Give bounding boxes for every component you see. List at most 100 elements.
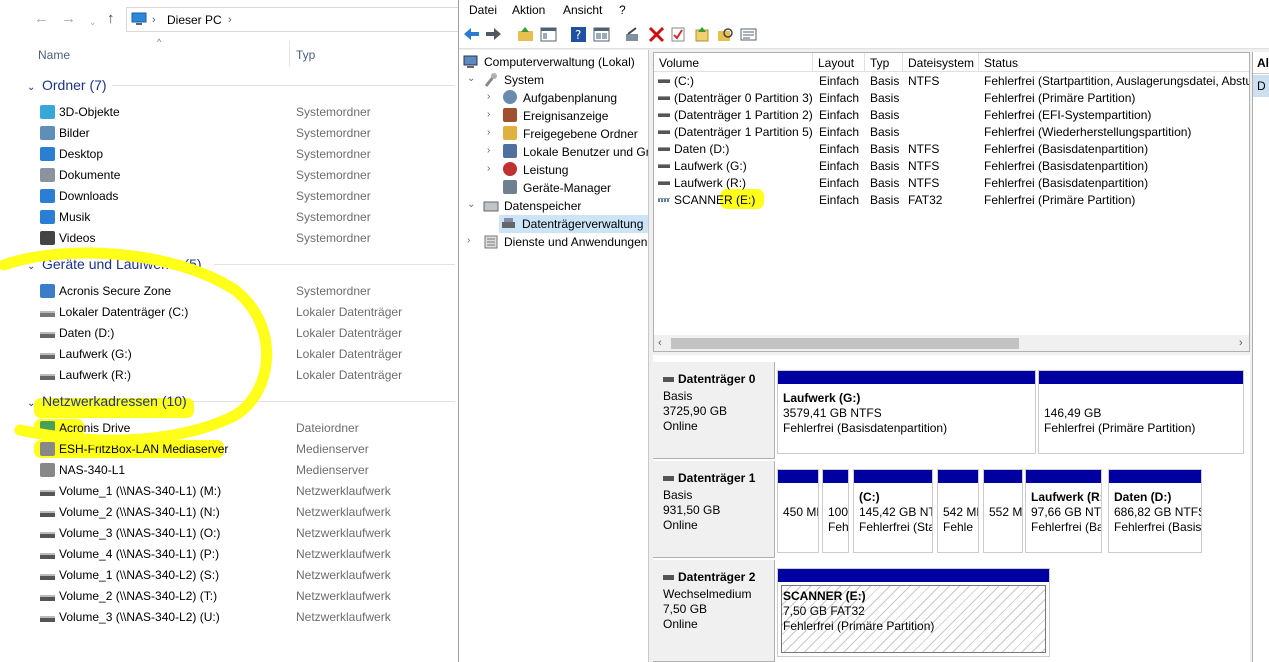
partition[interactable]: Laufwerk (R:)97,66 GB NTFSFehlerfrei (Ba… bbox=[1025, 469, 1102, 553]
menu-datei[interactable]: Datei bbox=[469, 3, 497, 17]
scroll-left-icon[interactable]: ‹ bbox=[658, 337, 662, 349]
list-item[interactable]: Desktop Systemordner bbox=[38, 144, 458, 165]
partition[interactable]: Daten (D:) 686,82 GB NTFS Fehlerfrei (Basi… bbox=[1108, 469, 1202, 553]
back-icon[interactable]: ← bbox=[34, 11, 49, 27]
connect-icon[interactable] bbox=[624, 26, 641, 43]
scroll-right-icon[interactable]: › bbox=[1239, 337, 1243, 349]
volume-row[interactable]: SCANNER (E:) Einfach Basis FAT32 Fehlerfrei … bbox=[654, 192, 1249, 209]
up-icon[interactable]: ↑ bbox=[107, 11, 115, 27]
volume-row[interactable]: (C:) Einfach Basis NTFS Fehlerfrei (Startpar… bbox=[654, 73, 1249, 90]
expand-chevron-icon[interactable]: › bbox=[487, 145, 497, 156]
vol-col-layout[interactable]: Layout bbox=[813, 53, 865, 72]
group-label: Ordner (7) bbox=[42, 77, 107, 93]
tools-icon bbox=[484, 73, 497, 87]
search-folder-icon[interactable] bbox=[717, 26, 734, 43]
list-item[interactable]: Volume_3 (\\NAS-340-L2) (U:) Netzwerklauf… bbox=[38, 607, 458, 628]
item-type: Netzwerklaufwerk bbox=[296, 610, 391, 624]
help-icon[interactable]: ? bbox=[570, 26, 587, 43]
list-item[interactable]: Volume_2 (\\NAS-340-L2) (T:) Netzwerklauf… bbox=[38, 586, 458, 607]
volume-cell-type: Basis bbox=[870, 193, 900, 207]
expand-chevron-icon[interactable]: › bbox=[487, 163, 497, 174]
menu-aktion[interactable]: Aktion bbox=[512, 3, 545, 17]
vol-col-type[interactable]: Typ bbox=[865, 53, 903, 72]
show-hide-tree-icon[interactable] bbox=[540, 26, 557, 43]
up-folder-icon[interactable] bbox=[517, 26, 534, 43]
group-header[interactable]: ⌄ Ordner (7) bbox=[27, 75, 107, 95]
disk-label[interactable]: Datenträger 1 Basis 931,50 GB Online bbox=[653, 461, 775, 558]
list-item[interactable]: Dokumente Systemordner bbox=[38, 165, 458, 186]
export-icon[interactable] bbox=[694, 26, 711, 43]
network-drive-icon bbox=[40, 532, 55, 538]
item-type: Netzwerklaufwerk bbox=[296, 589, 391, 603]
forward-arrow-icon[interactable] bbox=[485, 26, 502, 43]
partition[interactable]: SCANNER (E:) 7,50 GB FAT32 Fehlerfrei (Pri… bbox=[777, 568, 1050, 657]
actions-header[interactable]: Al bbox=[1253, 52, 1269, 74]
details-icon[interactable] bbox=[740, 26, 757, 43]
expand-chevron-icon[interactable]: › bbox=[467, 235, 477, 246]
column-header-name[interactable]: Name bbox=[38, 48, 70, 62]
list-item[interactable]: Volume_1 (\\NAS-340-L1) (M:) Netzwerklauf… bbox=[38, 481, 458, 502]
list-item[interactable]: 3D-Objekte Systemordner bbox=[38, 102, 458, 123]
partition[interactable]: 542 MBFehle bbox=[937, 469, 979, 553]
disk-info: Basis bbox=[663, 389, 693, 403]
column-header-type[interactable]: Typ bbox=[296, 48, 315, 62]
forward-icon[interactable]: → bbox=[61, 11, 76, 27]
list-item[interactable]: Volume_3 (\\NAS-340-L1) (O:) Netzwerklauf… bbox=[38, 523, 458, 544]
list-item[interactable]: Musik Systemordner bbox=[38, 207, 458, 228]
computer-management-window: Datei Aktion Ansicht ? ? Computerverwalt… bbox=[458, 0, 1269, 662]
vol-col-volume[interactable]: Volume bbox=[654, 53, 813, 72]
partition[interactable]: 100 Feh bbox=[822, 469, 849, 553]
list-item[interactable]: Volume_4 (\\NAS-340-L1) (P:) Netzwerklauf… bbox=[38, 544, 458, 565]
collapse-chevron-icon[interactable]: ⌄ bbox=[467, 199, 477, 210]
network-drive-icon bbox=[40, 574, 55, 580]
back-arrow-icon[interactable] bbox=[463, 26, 480, 43]
address-bar[interactable]: › Dieser PC › bbox=[126, 7, 466, 32]
list-item[interactable]: NAS-340-L1 Medienserver bbox=[38, 460, 458, 481]
disk-name: Datenträger 2 bbox=[663, 570, 755, 584]
vol-col-status[interactable]: Status bbox=[979, 53, 1249, 72]
delete-icon[interactable] bbox=[648, 26, 665, 43]
recent-locations-icon[interactable]: ⌄ bbox=[89, 14, 97, 30]
tree-disk-management[interactable]: Datenträgerverwaltung bbox=[499, 215, 648, 233]
volume-icon bbox=[658, 164, 670, 168]
horizontal-scrollbar[interactable]: ‹ › bbox=[654, 335, 1249, 351]
volume-cell-status: Fehlerfrei (Startpartition, Auslagerungs… bbox=[984, 74, 1249, 88]
list-item[interactable]: Bilder Systemordner bbox=[38, 123, 458, 144]
group-collapse-icon[interactable]: ⌄ bbox=[27, 78, 37, 98]
checklist-icon[interactable] bbox=[670, 26, 687, 43]
disk-label[interactable]: Datenträger 2 Wechselmedium 7,50 GB Online bbox=[653, 560, 775, 662]
volume-row[interactable]: (Datenträger 1 Partition 5) Einfach Basis F… bbox=[654, 124, 1249, 141]
volume-row[interactable]: (Datenträger 1 Partition 2) Einfach Basis F… bbox=[654, 107, 1249, 124]
partition[interactable]: Laufwerk (G:) 3579,41 GB NTFS Fehlerfrei (… bbox=[777, 370, 1036, 454]
expand-chevron-icon[interactable]: › bbox=[487, 109, 497, 120]
tree-disk-management-label: Datenträgerverwaltung bbox=[522, 217, 644, 231]
list-item[interactable]: Volume_1 (\\NAS-340-L2) (S:) Netzwerklauf… bbox=[38, 565, 458, 586]
vol-col-filesystem[interactable]: Dateisystem bbox=[903, 53, 979, 72]
volume-list: Volume Layout Typ Dateisystem Status (C:… bbox=[653, 52, 1250, 352]
item-type: Systemordner bbox=[296, 168, 371, 182]
list-item[interactable]: Volume_2 (\\NAS-340-L1) (N:) Netzwerklauf… bbox=[38, 502, 458, 523]
breadcrumb-separator[interactable]: › bbox=[228, 14, 232, 26]
partition[interactable]: (C:)145,42 GB NTFSFehlerfrei (Startparti… bbox=[853, 469, 933, 553]
actions-item[interactable]: D bbox=[1253, 75, 1269, 97]
expand-chevron-icon[interactable]: › bbox=[487, 91, 497, 102]
list-item[interactable]: Downloads Systemordner bbox=[38, 186, 458, 207]
collapse-chevron-icon[interactable]: ⌄ bbox=[467, 73, 477, 84]
column-divider[interactable] bbox=[289, 41, 290, 66]
partition[interactable]: 552 MB bbox=[983, 469, 1023, 553]
volume-row[interactable]: Laufwerk (R:) Einfach Basis NTFS Fehlerfrei … bbox=[654, 175, 1249, 192]
volume-cell-volume: Laufwerk (R:) bbox=[674, 176, 747, 190]
volume-row[interactable]: Laufwerk (G:) Einfach Basis NTFS Fehlerfrei … bbox=[654, 158, 1249, 175]
network-drive-icon bbox=[40, 553, 55, 559]
expand-chevron-icon[interactable]: › bbox=[487, 127, 497, 138]
volume-row[interactable]: Daten (D:) Einfach Basis NTFS Fehlerfrei (Ba… bbox=[654, 141, 1249, 158]
volume-cell-status: Fehlerfrei (Basisdatenpartition) bbox=[984, 142, 1149, 156]
menu-ansicht[interactable]: Ansicht bbox=[563, 3, 602, 17]
menu-help[interactable]: ? bbox=[619, 3, 626, 17]
volume-row[interactable]: (Datenträger 0 Partition 3) Einfach Basis F… bbox=[654, 90, 1249, 107]
scroll-thumb[interactable] bbox=[671, 338, 1019, 349]
partition[interactable]: 450 MB bbox=[777, 469, 819, 553]
partition[interactable]: 146,49 GB Fehlerfrei (Primäre Partition) bbox=[1038, 370, 1244, 454]
disk-label[interactable]: Datenträger 0 Basis 3725,90 GB Online bbox=[653, 362, 775, 459]
properties-view-icon[interactable] bbox=[593, 26, 610, 43]
